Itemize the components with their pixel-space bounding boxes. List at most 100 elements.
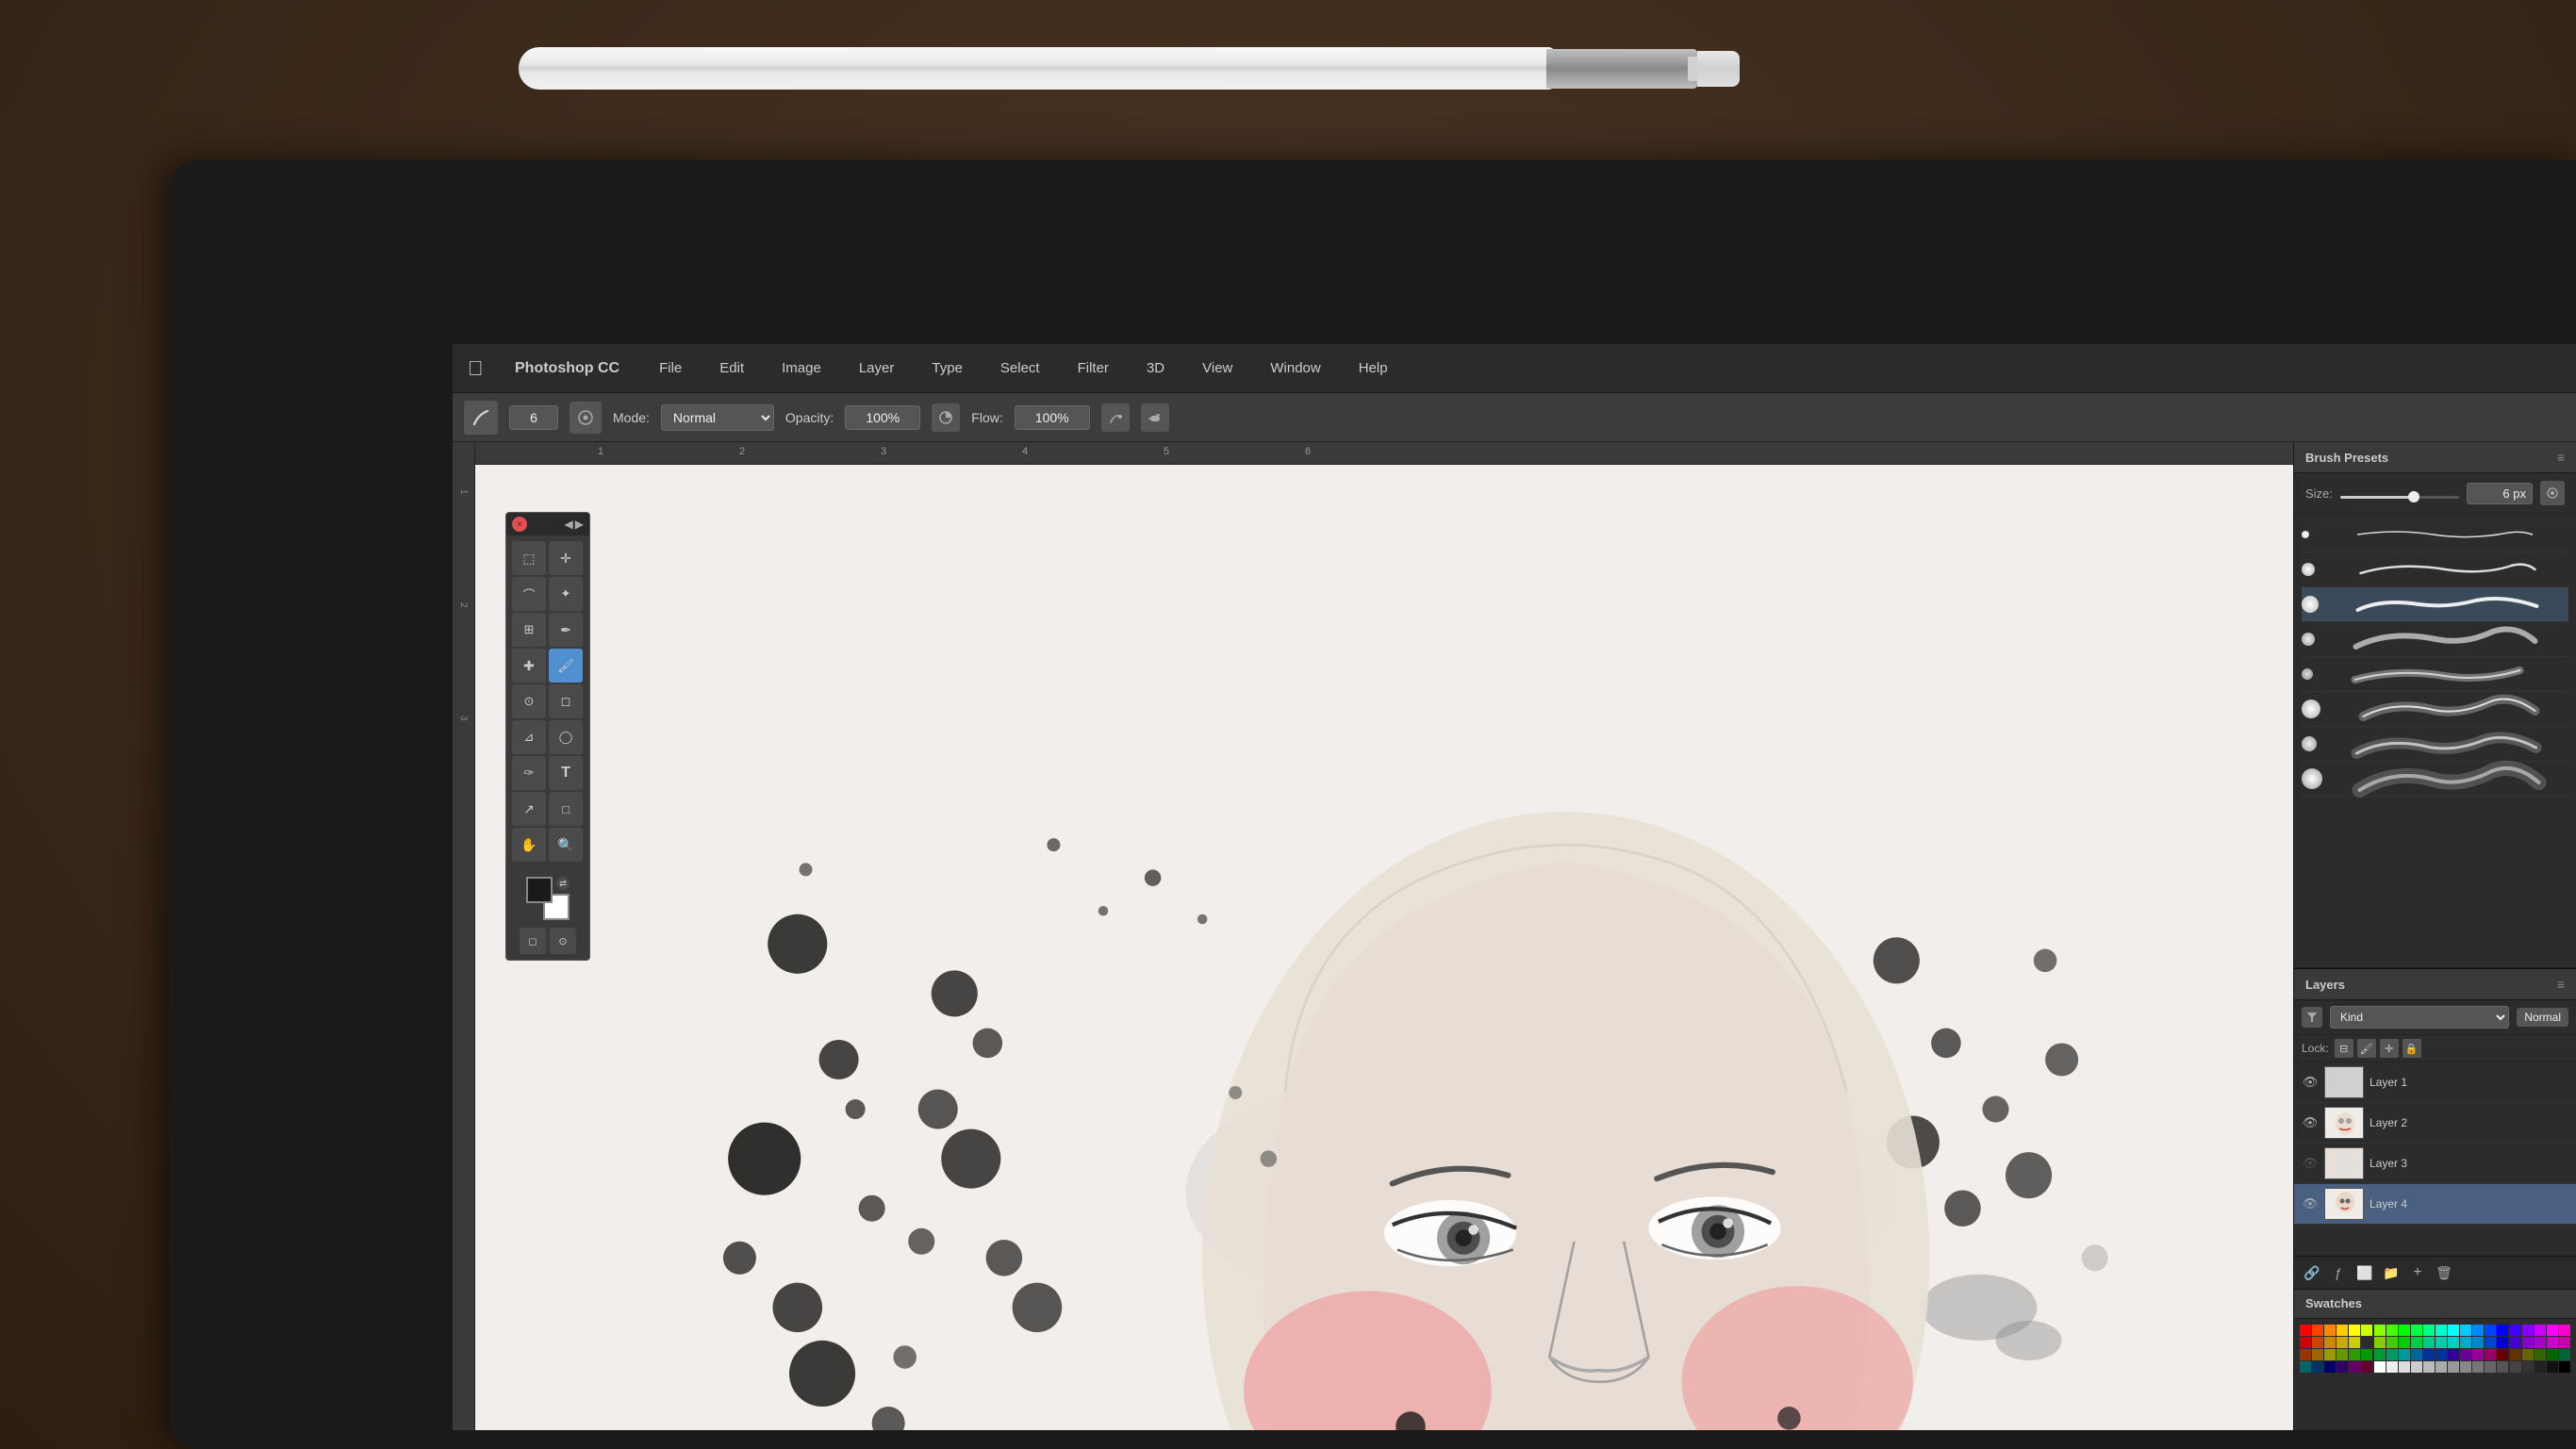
color-swatch-34[interactable]: [2448, 1337, 2459, 1348]
tool-pen[interactable]: ✑: [512, 756, 546, 790]
color-swatch-62[interactable]: [2522, 1349, 2534, 1360]
tool-hand[interactable]: ✋: [512, 828, 546, 862]
color-swatch-20[interactable]: [2547, 1325, 2558, 1336]
layers-filter-icon[interactable]: [2302, 1007, 2322, 1028]
color-swatch-85[interactable]: [2535, 1361, 2546, 1373]
layers-kind-select[interactable]: Kind: [2330, 1006, 2509, 1029]
color-swatch-13[interactable]: [2460, 1325, 2471, 1336]
color-swatch-74[interactable]: [2399, 1361, 2410, 1373]
lock-position-button[interactable]: ✛: [2380, 1039, 2399, 1058]
color-swatch-43[interactable]: [2559, 1337, 2570, 1348]
color-swatch-47[interactable]: [2337, 1349, 2348, 1360]
brush-settings-icon[interactable]: [570, 402, 602, 434]
layer-item-2[interactable]: 👁 Laye: [2294, 1103, 2576, 1144]
brush-list[interactable]: [2294, 514, 2576, 967]
color-swatch-31[interactable]: [2411, 1337, 2422, 1348]
tool-gradient[interactable]: ⊿: [512, 720, 546, 754]
color-swatch-79[interactable]: [2460, 1361, 2471, 1373]
menu-select[interactable]: Select: [995, 356, 1046, 380]
menu-window[interactable]: Window: [1264, 356, 1326, 380]
layer-visibility-1[interactable]: 👁: [2302, 1074, 2319, 1091]
color-swatch-54[interactable]: [2423, 1349, 2435, 1360]
color-swatch-21[interactable]: [2559, 1325, 2570, 1336]
foreground-color-swatch[interactable]: [526, 877, 553, 903]
brush-item-2[interactable]: [2302, 552, 2568, 587]
color-swatch-23[interactable]: [2312, 1337, 2323, 1348]
color-swatch-39[interactable]: [2510, 1337, 2521, 1348]
apple-logo-icon[interactable]: : [468, 358, 488, 379]
canvas-content[interactable]: × ◀ ▶ ⬚ ✛ ⌒ ✦: [475, 465, 2293, 1430]
color-swatch-82[interactable]: [2497, 1361, 2508, 1373]
quick-mask-button[interactable]: ◻: [520, 928, 546, 954]
add-layer-effect-button[interactable]: ƒ: [2328, 1262, 2349, 1283]
tool-brush[interactable]: 🖌: [549, 649, 583, 683]
layers-blending-mode[interactable]: Normal: [2517, 1008, 2568, 1027]
color-swatch-2[interactable]: [2324, 1325, 2336, 1336]
color-swatch-18[interactable]: [2522, 1325, 2534, 1336]
menu-image[interactable]: Image: [776, 356, 827, 380]
color-swatch-12[interactable]: [2448, 1325, 2459, 1336]
color-swatch-65[interactable]: [2559, 1349, 2570, 1360]
color-swatch-36[interactable]: [2472, 1337, 2484, 1348]
airbrush-icon[interactable]: [1141, 403, 1169, 432]
color-swatch-19[interactable]: [2535, 1325, 2546, 1336]
color-swatch-42[interactable]: [2547, 1337, 2558, 1348]
color-swatch-48[interactable]: [2349, 1349, 2360, 1360]
color-swatch-3[interactable]: [2337, 1325, 2348, 1336]
menu-filter[interactable]: Filter: [1072, 356, 1115, 380]
layers-menu-icon[interactable]: ≡: [2557, 977, 2565, 992]
flow-value[interactable]: 100%: [1015, 405, 1090, 430]
color-swatch-29[interactable]: [2386, 1337, 2398, 1348]
color-swatch-14[interactable]: [2472, 1325, 2484, 1336]
tool-eyedropper[interactable]: ✒: [549, 613, 583, 647]
tool-healing[interactable]: ✚: [512, 649, 546, 683]
menu-3d[interactable]: 3D: [1141, 356, 1170, 380]
fg-bg-color-picker[interactable]: ⇄: [526, 877, 570, 920]
brush-item-4[interactable]: [2302, 622, 2568, 657]
color-swatch-1[interactable]: [2312, 1325, 2323, 1336]
lock-all-button[interactable]: 🔒: [2403, 1039, 2421, 1058]
color-swatch-49[interactable]: [2361, 1349, 2372, 1360]
color-swatch-27[interactable]: [2361, 1337, 2372, 1348]
delete-layer-button[interactable]: 🗑: [2434, 1262, 2454, 1283]
color-swatch-56[interactable]: [2448, 1349, 2459, 1360]
toolbox-close-button[interactable]: ×: [512, 517, 527, 532]
color-swatch-57[interactable]: [2460, 1349, 2471, 1360]
color-swatch-32[interactable]: [2423, 1337, 2435, 1348]
color-swatch-15[interactable]: [2485, 1325, 2496, 1336]
lock-transparent-button[interactable]: ⊟: [2335, 1039, 2353, 1058]
menu-edit[interactable]: Edit: [714, 356, 750, 380]
tool-magic-wand[interactable]: ✦: [549, 577, 583, 611]
color-swatch-9[interactable]: [2411, 1325, 2422, 1336]
opacity-icon[interactable]: [932, 403, 960, 432]
brush-item-1[interactable]: [2302, 518, 2568, 552]
brush-size-display[interactable]: 6: [509, 405, 558, 430]
menu-file[interactable]: File: [653, 356, 687, 380]
brush-item-3[interactable]: [2302, 587, 2568, 622]
color-swatch-8[interactable]: [2399, 1325, 2410, 1336]
menu-type[interactable]: Type: [926, 356, 968, 380]
color-swatch-59[interactable]: [2485, 1349, 2496, 1360]
color-swatch-7[interactable]: [2386, 1325, 2398, 1336]
color-swatch-55[interactable]: [2436, 1349, 2447, 1360]
color-swatch-26[interactable]: [2349, 1337, 2360, 1348]
mode-select[interactable]: Normal Multiply Screen Overlay: [661, 404, 774, 431]
color-swatch-69[interactable]: [2337, 1361, 2348, 1373]
lock-image-button[interactable]: 🖌: [2357, 1039, 2376, 1058]
tool-move[interactable]: ✛: [549, 541, 583, 575]
tool-blur[interactable]: ◯: [549, 720, 583, 754]
menu-help[interactable]: Help: [1353, 356, 1394, 380]
color-swatch-52[interactable]: [2399, 1349, 2410, 1360]
layer-visibility-2[interactable]: 👁: [2302, 1114, 2319, 1131]
color-swatch-60[interactable]: [2497, 1349, 2508, 1360]
tool-clone-stamp[interactable]: ⊙: [512, 684, 546, 718]
color-swatch-66[interactable]: [2300, 1361, 2311, 1373]
layer-visibility-3[interactable]: 👁: [2302, 1155, 2319, 1172]
color-swatch-24[interactable]: [2324, 1337, 2336, 1348]
tool-eraser[interactable]: ◻: [549, 684, 583, 718]
color-swatch-68[interactable]: [2324, 1361, 2336, 1373]
tool-marquee[interactable]: ⬚: [512, 541, 546, 575]
layer-visibility-4[interactable]: 👁: [2302, 1195, 2319, 1212]
standard-mode-button[interactable]: ⊙: [550, 928, 576, 954]
color-swatch-75[interactable]: [2411, 1361, 2422, 1373]
